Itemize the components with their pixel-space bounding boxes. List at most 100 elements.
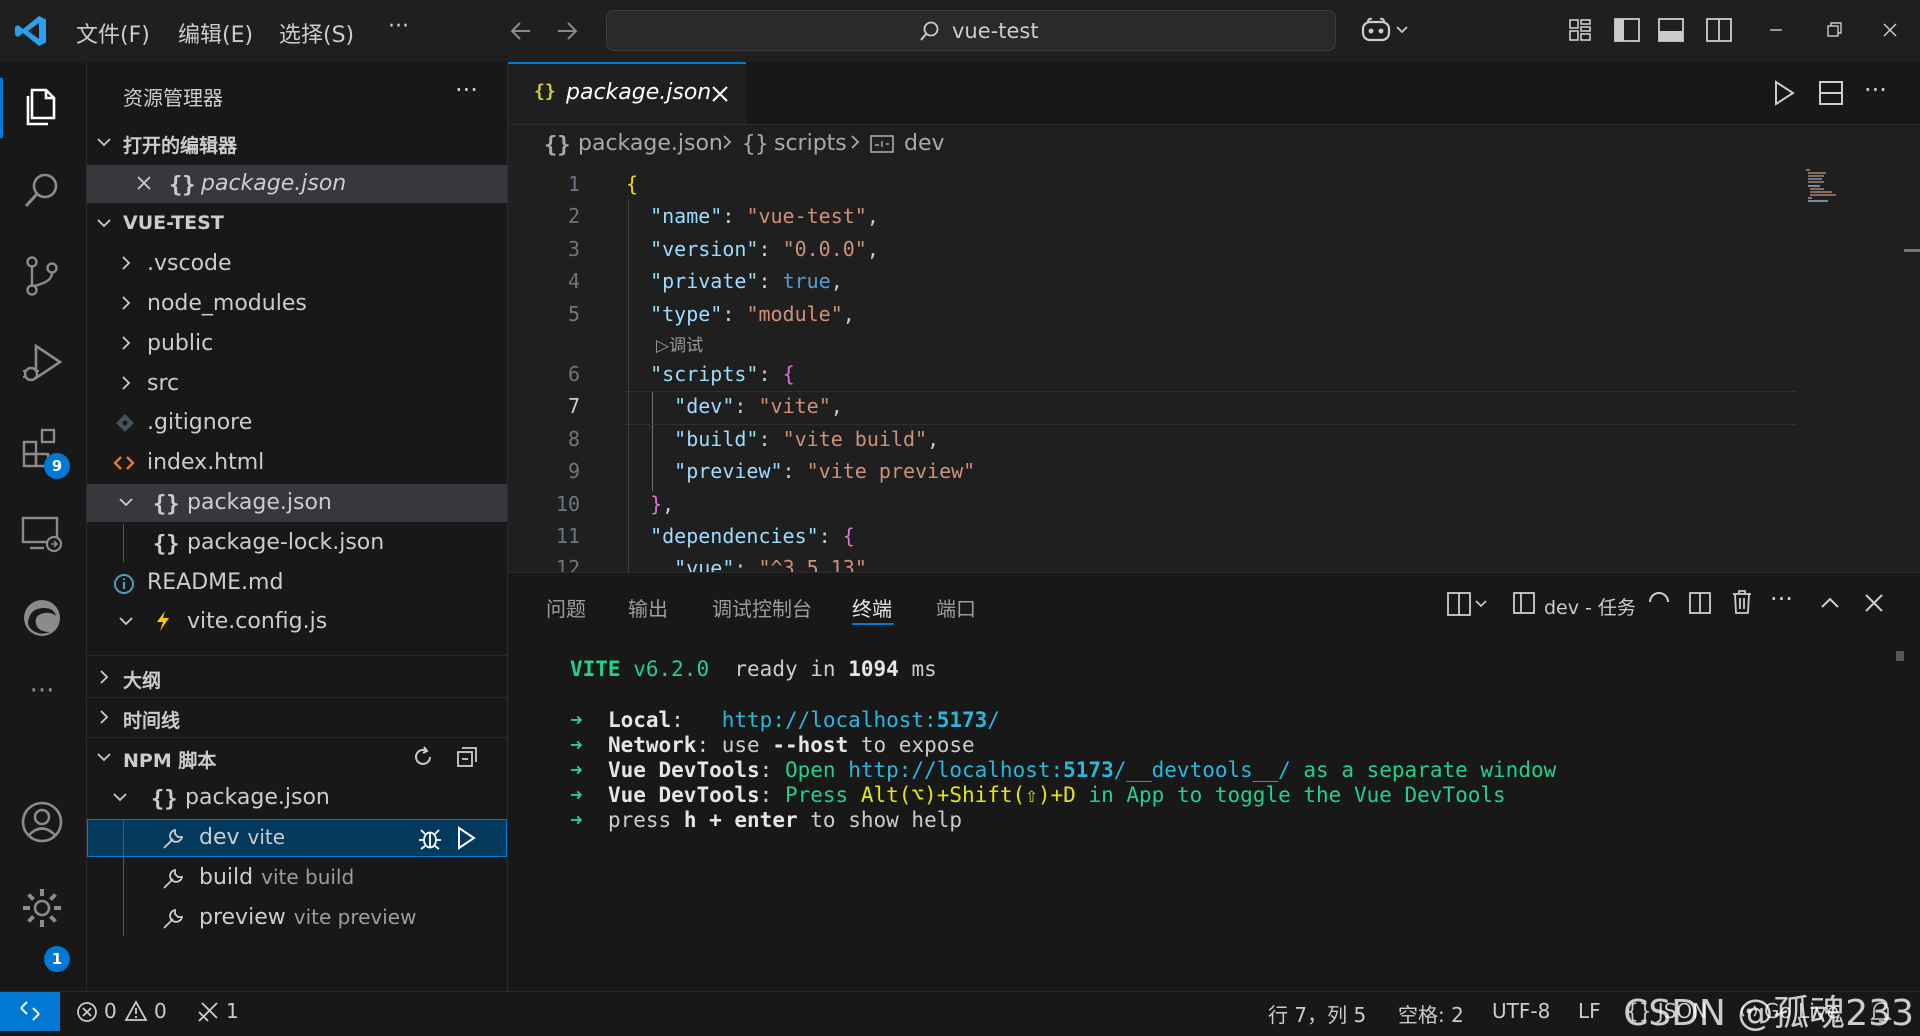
tree-item-package-json[interactable]: {} package.json: [87, 484, 507, 522]
close-tab-icon[interactable]: [710, 84, 730, 104]
run-debug-icon[interactable]: [18, 338, 66, 386]
toggle-panel-icon[interactable]: [1658, 18, 1684, 42]
edge-devtools-icon[interactable]: [18, 594, 66, 642]
npm-script-build[interactable]: build vite build: [87, 819, 507, 936]
split-editor-icon[interactable]: [1818, 80, 1844, 106]
copilot-icon[interactable]: [1360, 16, 1412, 44]
npm-script-preview[interactable]: preview vite preview: [87, 899, 507, 937]
code-line: "version": "0.0.0",: [650, 237, 879, 261]
minimap[interactable]: [1798, 165, 1920, 572]
tree-item-node-modules[interactable]: node_modules: [87, 285, 507, 323]
new-terminal-split-icon[interactable]: [1446, 591, 1492, 617]
restore-icon[interactable]: [1824, 20, 1844, 40]
source-control-icon[interactable]: [18, 252, 66, 300]
tree-item-readme[interactable]: README.md: [87, 564, 507, 602]
tab-terminal[interactable]: 终端: [852, 593, 892, 622]
tree-item-src[interactable]: src: [87, 365, 507, 403]
menu-edit[interactable]: 编辑(E): [178, 17, 253, 49]
customize-layout-icon[interactable]: [1568, 18, 1592, 42]
collapse-all-icon[interactable]: [455, 745, 479, 769]
close-window-icon[interactable]: [1880, 20, 1900, 40]
back-arrow-icon[interactable]: [508, 18, 534, 44]
open-editors-section[interactable]: 打开的编辑器: [87, 124, 507, 162]
active-tab-underline: [852, 623, 894, 625]
search-icon[interactable]: [18, 166, 66, 214]
explorer-more-button[interactable]: ···: [455, 76, 478, 104]
close-icon[interactable]: [135, 174, 153, 192]
wrench-icon: [161, 827, 185, 851]
menu-more[interactable]: ···: [388, 14, 409, 39]
panel-more-button[interactable]: ···: [1770, 585, 1793, 613]
close-panel-icon[interactable]: [1862, 591, 1886, 615]
code-editor[interactable]: 1 2 3 4 5 6 7 8 9 10 11 12 { "name": "vu…: [508, 165, 1920, 572]
timeline-section[interactable]: 时间线: [87, 699, 507, 737]
run-icon[interactable]: [1772, 80, 1796, 106]
error-icon: [76, 1001, 98, 1023]
debug-script-icon[interactable]: [417, 825, 443, 851]
terminal-output[interactable]: VITE v6.2.0 ready in 1094 ms ➜ Local: ht…: [508, 643, 1898, 992]
remote-explorer-icon[interactable]: [18, 510, 66, 558]
npm-package-json[interactable]: {} package.json: [87, 779, 507, 817]
warning-count[interactable]: 0: [154, 999, 167, 1023]
tab-ports[interactable]: 端口: [936, 593, 976, 622]
open-editor-item[interactable]: {} package.json: [87, 165, 507, 203]
breadcrumb-scripts[interactable]: scripts: [774, 131, 847, 156]
info-icon: [113, 573, 135, 595]
kill-terminal-trash-icon[interactable]: [1730, 589, 1754, 615]
tree-item-package-lock[interactable]: {} package-lock.json: [87, 524, 507, 562]
chevron-down-icon: [117, 493, 135, 511]
terminal-line: ➜ Network: use --host to expose: [570, 733, 975, 757]
toggle-primary-sidebar-icon[interactable]: [1614, 18, 1640, 42]
indentation[interactable]: 空格: 2: [1398, 999, 1464, 1028]
search-icon: [919, 20, 941, 42]
command-center-search[interactable]: vue-test: [606, 10, 1336, 51]
toggle-secondary-sidebar-icon[interactable]: [1706, 18, 1732, 42]
debug-codelens[interactable]: ▷调试: [656, 331, 703, 356]
run-script-icon[interactable]: [455, 826, 477, 850]
menu-selection[interactable]: 选择(S): [279, 17, 354, 49]
remote-indicator[interactable]: [0, 992, 60, 1031]
json-file-icon: {}: [153, 532, 180, 557]
settings-gear-icon[interactable]: [18, 884, 66, 932]
project-section[interactable]: VUE-TEST: [87, 205, 507, 243]
tree-item-index-html[interactable]: index.html: [87, 444, 507, 482]
error-count[interactable]: 0: [104, 999, 117, 1023]
tab-problems[interactable]: 问题: [546, 593, 586, 622]
breadcrumb-dev[interactable]: dev: [904, 131, 945, 156]
refresh-icon[interactable]: [411, 745, 435, 769]
timeline-label: 时间线: [123, 710, 181, 732]
outline-section[interactable]: 大纲: [87, 659, 507, 697]
npm-scripts-section[interactable]: NPM 脚本: [87, 739, 507, 777]
title-bar: 文件(F) 编辑(E) 选择(S) ··· vue-test: [0, 0, 1920, 63]
minimap-slider[interactable]: [1904, 249, 1920, 252]
tree-item-public[interactable]: public: [87, 325, 507, 363]
wrench-icon: [161, 907, 185, 931]
minimize-icon[interactable]: [1766, 20, 1786, 40]
accounts-icon[interactable]: [18, 798, 66, 846]
terminal-scrollbar[interactable]: [1896, 651, 1904, 661]
ports-count[interactable]: 1: [226, 999, 239, 1023]
maximize-panel-chevron-up-icon[interactable]: [1818, 591, 1842, 615]
split-terminal-icon[interactable]: [1688, 591, 1712, 615]
more-views-icon[interactable]: ···: [18, 676, 66, 724]
tab-output[interactable]: 输出: [628, 593, 668, 622]
tab-package-json[interactable]: {} package.json: [508, 62, 746, 124]
terminal-instance-name[interactable]: dev - 任务: [1544, 593, 1636, 620]
cursor-position[interactable]: 行 7，列 5: [1268, 999, 1366, 1028]
end-of-line[interactable]: LF: [1578, 999, 1601, 1023]
editor-more-button[interactable]: ···: [1864, 76, 1887, 104]
forward-arrow-icon[interactable]: [554, 18, 580, 44]
tab-debug-console[interactable]: 调试控制台: [712, 593, 812, 622]
breadcrumb-file[interactable]: package.json: [578, 131, 723, 156]
menu-file[interactable]: 文件(F): [76, 17, 150, 49]
tree-item-vscode[interactable]: .vscode: [87, 245, 507, 283]
encoding[interactable]: UTF-8: [1492, 999, 1550, 1023]
terminal-line: ➜ Local: http://localhost:5173/: [570, 708, 1000, 732]
npm-script-dev[interactable]: dev vite: [87, 819, 507, 857]
explorer-files-icon[interactable]: [18, 80, 66, 128]
chevron-right-icon: [95, 708, 113, 726]
terminal-line: VITE v6.2.0 ready in 1094 ms: [570, 657, 937, 681]
tree-item-vite-config[interactable]: vite.config.js: [87, 603, 507, 641]
tree-item-gitignore[interactable]: .gitignore: [87, 404, 507, 442]
code-line: },: [650, 492, 675, 516]
